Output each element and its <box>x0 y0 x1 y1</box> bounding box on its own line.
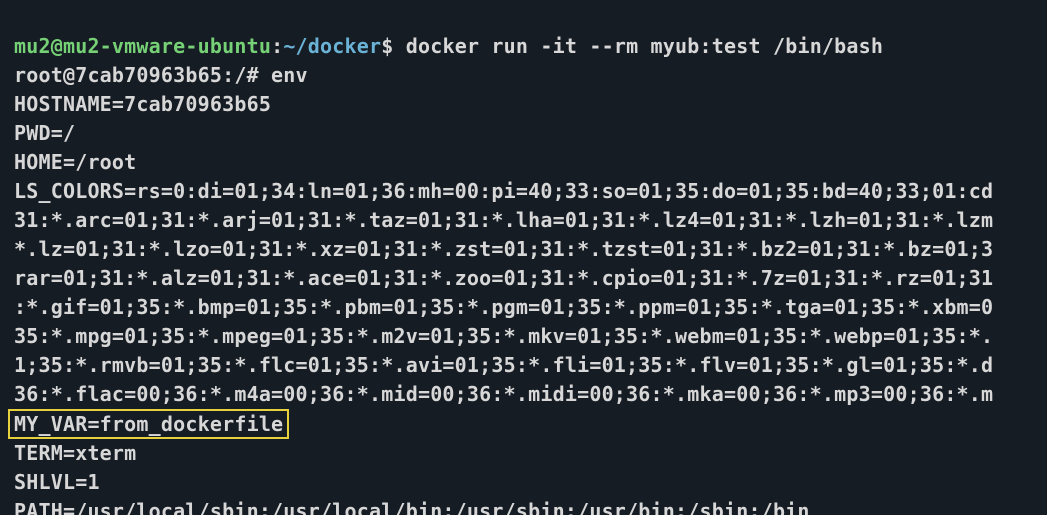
prompt-sep: : <box>271 34 283 58</box>
terminal-window[interactable]: mu2@mu2-vmware-ubuntu:~/docker$ docker r… <box>0 0 1047 515</box>
output-line: 1;35:*.rmvb=01;35:*.flc=01;35:*.avi=01;3… <box>14 353 993 377</box>
output-line: rar=01;31:*.alz=01;31:*.ace=01;31:*.zoo=… <box>14 266 993 290</box>
prompt-line: mu2@mu2-vmware-ubuntu:~/docker$ docker r… <box>14 34 883 58</box>
output-line: PWD=/ <box>14 121 75 145</box>
highlighted-env-var: MY_VAR=from_dockerfile <box>8 409 289 439</box>
output-line: LS_COLORS=rs=0:di=01;34:ln=01;36:mh=00:p… <box>14 179 993 203</box>
prompt-user-host: mu2@mu2-vmware-ubuntu <box>14 34 271 58</box>
output-line: SHLVL=1 <box>14 470 100 494</box>
output-line: 31:*.arc=01;31:*.arj=01;31:*.taz=01;31:*… <box>14 208 993 232</box>
output-line: TERM=xterm <box>14 441 136 465</box>
output-line: root@7cab70963b65:/# env <box>14 63 308 87</box>
output-line: HOSTNAME=7cab70963b65 <box>14 92 271 116</box>
output-line: HOME=/root <box>14 150 136 174</box>
output-line: PATH=/usr/local/sbin:/usr/local/bin:/usr… <box>14 499 810 515</box>
prompt-dollar: $ <box>381 34 405 58</box>
command-text: docker run -it --rm myub:test /bin/bash <box>406 34 883 58</box>
output-line: :*.gif=01;35:*.bmp=01;35:*.pbm=01;35:*.p… <box>14 295 993 319</box>
output-line: 35:*.mpg=01;35:*.mpeg=01;35:*.m2v=01;35:… <box>14 324 993 348</box>
output-line: 36:*.flac=00;36:*.m4a=00;36:*.mid=00;36:… <box>14 382 993 406</box>
output-line: *.lz=01;31:*.lzo=01;31:*.xz=01;31:*.zst=… <box>14 237 993 261</box>
prompt-path: ~/docker <box>283 34 381 58</box>
